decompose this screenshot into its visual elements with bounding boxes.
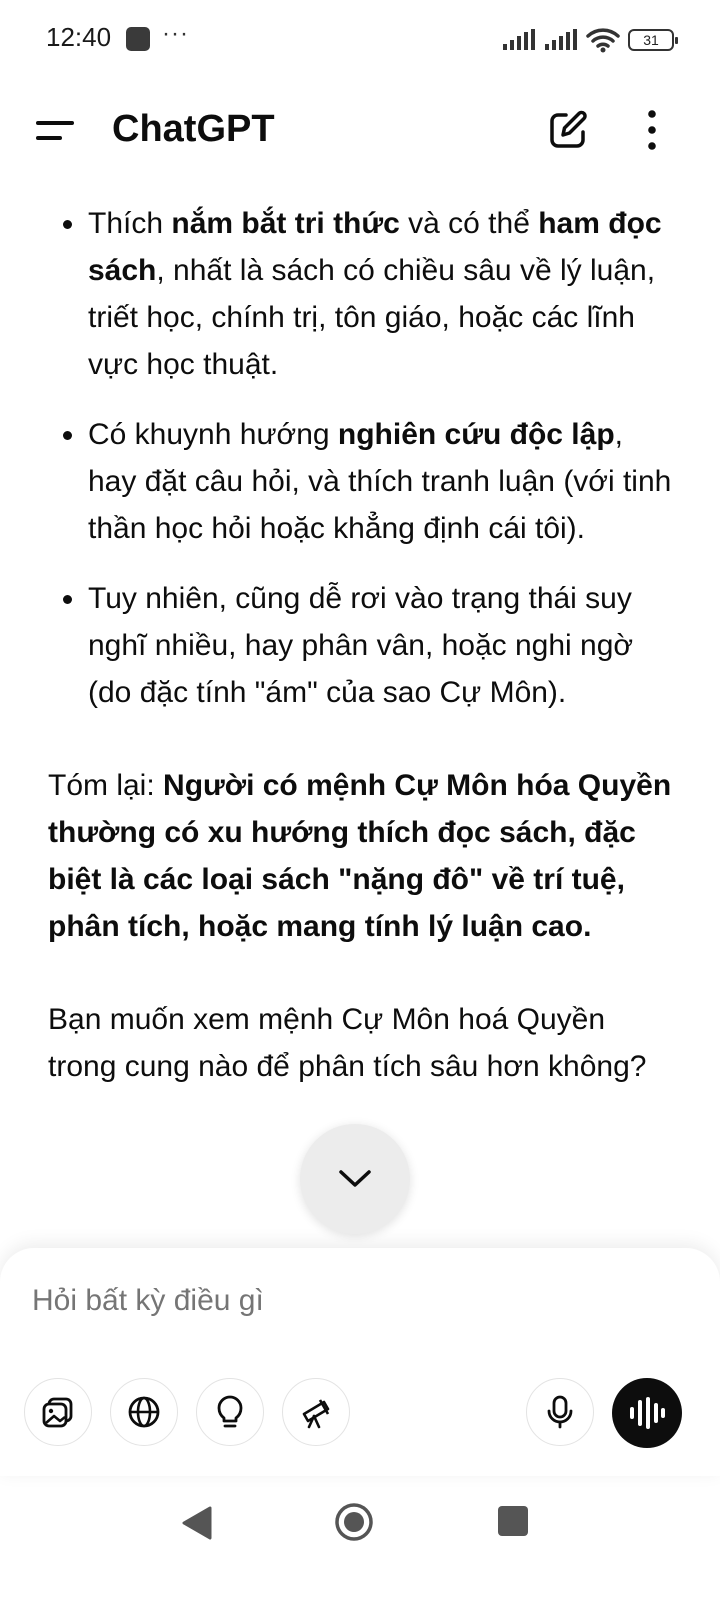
summary-paragraph: Tóm lại: Người có mệnh Cự Môn hóa Quyền … <box>48 769 672 943</box>
web-search-button[interactable] <box>110 1378 178 1446</box>
bullet-list: Thích nắm bắt tri thức và có thể ham đọc… <box>48 200 673 716</box>
voice-waveform-icon <box>630 1397 665 1429</box>
status-indicators: 31 <box>502 26 678 54</box>
signal-icon <box>503 29 535 50</box>
lightbulb-icon <box>217 1395 243 1428</box>
home-icon[interactable] <box>334 1502 374 1542</box>
list-item: Có khuynh hướng nghiên cứu độc lập, hay … <box>48 411 673 552</box>
notification-app-icon <box>126 27 150 51</box>
scroll-to-bottom-button[interactable] <box>300 1124 410 1234</box>
wifi-icon <box>586 28 620 53</box>
image-icon <box>42 1397 73 1428</box>
chevron-down-icon <box>339 1170 371 1187</box>
assistant-message: Thích nắm bắt tri thức và có thể ham đọc… <box>48 200 673 1090</box>
message-input[interactable] <box>32 1284 672 1318</box>
attach-image-button[interactable] <box>24 1378 92 1446</box>
edit-icon[interactable] <box>546 108 590 152</box>
globe-icon <box>128 1396 160 1428</box>
dictate-button[interactable] <box>526 1378 594 1446</box>
list-item: Thích nắm bắt tri thức và có thể ham đọc… <box>48 200 673 388</box>
status-bar: 12:40 ··· 31 <box>0 0 720 80</box>
composer <box>0 1248 720 1476</box>
menu-icon[interactable] <box>32 112 80 152</box>
more-vertical-icon[interactable] <box>640 108 664 152</box>
app-title: ChatGPT <box>112 108 275 150</box>
telescope-icon <box>302 1399 330 1429</box>
recent-apps-icon[interactable] <box>498 1506 528 1536</box>
more-notifications-icon: ··· <box>162 20 189 47</box>
reason-button[interactable] <box>196 1378 264 1446</box>
system-nav-bar <box>0 1476 720 1600</box>
followup-question: Bạn muốn xem mệnh Cự Môn hoá Quyền trong… <box>48 1003 647 1083</box>
back-icon[interactable] <box>180 1504 214 1542</box>
list-item: Tuy nhiên, cũng dễ rơi vào trạng thái su… <box>48 575 673 716</box>
microphone-icon <box>547 1395 573 1429</box>
deep-research-button[interactable] <box>282 1378 350 1446</box>
signal-icon-2 <box>545 29 577 50</box>
status-time: 12:40 <box>46 22 112 52</box>
voice-mode-button[interactable] <box>612 1378 682 1448</box>
battery-icon: 31 <box>628 29 678 51</box>
top-app-bar: ChatGPT <box>0 90 720 170</box>
